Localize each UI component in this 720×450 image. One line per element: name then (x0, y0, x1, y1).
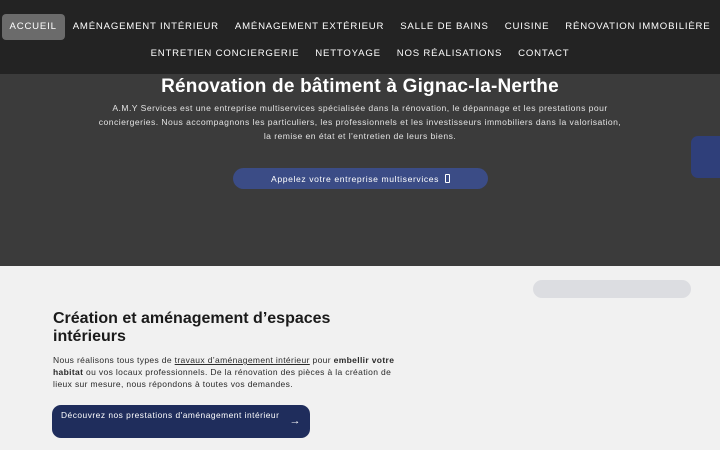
section-title: Création et aménagement d’espaces intéri… (53, 310, 331, 345)
nav-row-primary: ACCUEIL AMÉNAGEMENT INTÉRIEUR AMÉNAGEMEN… (0, 14, 720, 40)
call-cta-button[interactable]: Appelez votre entreprise multiservices (233, 168, 488, 189)
prestations-button-label: Découvrez nos prestations d'aménagement … (61, 410, 280, 420)
amenagement-interieur-link[interactable]: travaux d’aménagement intérieur (175, 355, 310, 365)
section-text-before: Nous réalisons tous types de (53, 355, 175, 365)
nav-item-nettoyage[interactable]: NETTOYAGE (307, 42, 388, 66)
nav-item-nos-realisations[interactable]: NOS RÉALISATIONS (389, 42, 510, 66)
side-floating-tab[interactable] (691, 136, 720, 178)
section-text-middle: pour (309, 355, 334, 365)
nav-item-amenagement-interieur[interactable]: AMÉNAGEMENT INTÉRIEUR (65, 15, 227, 39)
nav-item-contact[interactable]: CONTACT (510, 42, 577, 66)
nav-row-secondary: ENTRETIEN CONCIERGERIE NETTOYAGE NOS RÉA… (0, 42, 720, 66)
nav-item-accueil[interactable]: ACCUEIL (1, 14, 65, 40)
section-text-after: ou vos locaux professionnels. De la réno… (53, 367, 392, 389)
top-navigation: ACCUEIL AMÉNAGEMENT INTÉRIEUR AMÉNAGEMEN… (0, 0, 720, 74)
section-description: Nous réalisons tous types de travaux d’a… (53, 354, 403, 390)
nav-item-salle-de-bains[interactable]: SALLE DE BAINS (392, 15, 497, 39)
nav-item-amenagement-exterieur[interactable]: AMÉNAGEMENT EXTÉRIEUR (227, 15, 392, 39)
hero-title: Rénovation de bâtiment à Gignac-la-Nerth… (161, 76, 559, 97)
hero-description: A.M.Y Services est une entreprise multis… (98, 103, 622, 141)
call-cta-label: Appelez votre entreprise multiservices (271, 173, 439, 184)
arrow-right-icon: → (289, 415, 301, 427)
nav-item-entretien-conciergerie[interactable]: ENTRETIEN CONCIERGERIE (143, 42, 308, 66)
nav-item-renovation-immobiliere[interactable]: RÉNOVATION IMMOBILIÈRE (557, 15, 718, 39)
image-placeholder-bar (533, 280, 691, 298)
nav-item-cuisine[interactable]: CUISINE (497, 15, 558, 39)
phone-icon (445, 174, 450, 183)
prestations-button[interactable]: Découvrez nos prestations d'aménagement … (52, 405, 310, 438)
